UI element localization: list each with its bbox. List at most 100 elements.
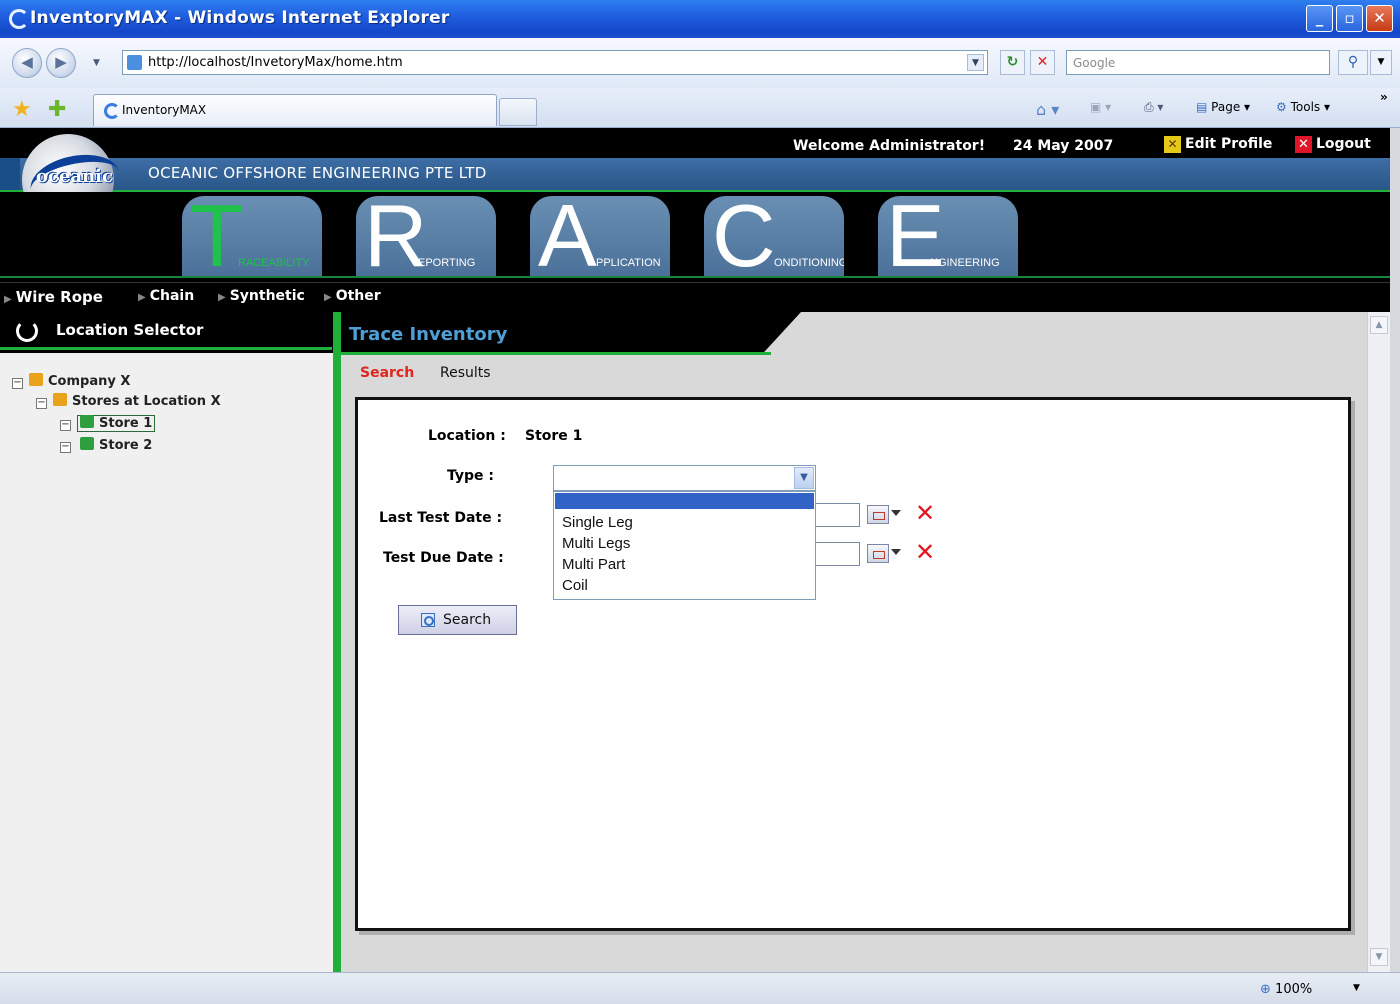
gear-icon: ⚙	[1276, 100, 1287, 114]
tree-node-stores-location-x[interactable]: − Stores at Location X	[36, 393, 221, 409]
dropdown-arrow-icon	[891, 510, 901, 516]
page-icon	[127, 55, 142, 70]
category-wire-rope[interactable]: ▶ Wire Rope	[4, 288, 103, 306]
zoom-dropdown-icon[interactable]: ▼	[1353, 983, 1360, 993]
category-other[interactable]: ▶ Other	[324, 288, 381, 304]
minimize-button[interactable]: _	[1306, 5, 1333, 32]
search-options-dropdown-icon[interactable]: ▼	[1370, 50, 1392, 75]
feeds-icon[interactable]: ▣ ▾	[1090, 100, 1111, 114]
history-dropdown-icon[interactable]: ▼	[93, 58, 100, 68]
category-label: Synthetic	[229, 288, 305, 304]
ie-logo-icon	[9, 9, 29, 29]
category-label: Other	[335, 288, 381, 304]
favorites-star-icon[interactable]: ★	[12, 97, 32, 122]
address-dropdown-icon[interactable]: ▼	[967, 54, 984, 71]
type-option-multi-part[interactable]: Multi Part	[562, 556, 625, 573]
tab-rest: EPORTING	[418, 257, 476, 269]
type-option-multi-legs[interactable]: Multi Legs	[562, 535, 630, 552]
tab-bar: ★ ✚ InventoryMAX ⌂ ▾ ▣ ▾ ⎙ ▾ ▤ Page ▾ ⚙ …	[0, 88, 1400, 128]
stop-button[interactable]: ✕	[1030, 50, 1055, 75]
tab-letter: A	[538, 196, 597, 276]
search-placeholder: Google	[1073, 56, 1116, 70]
scroll-down-icon[interactable]: ▼	[1370, 948, 1388, 966]
collapse-icon[interactable]: −	[12, 378, 23, 389]
welcome-text: Welcome Administrator!	[793, 138, 986, 154]
play-arrow-icon: ▶	[218, 292, 226, 303]
print-icon[interactable]: ⎙ ▾	[1144, 100, 1163, 115]
play-arrow-icon: ▶	[4, 294, 12, 305]
company-bar: OCEANIC OFFSHORE ENGINEERING PTE LTD	[0, 158, 1390, 190]
category-label: Chain	[149, 288, 195, 304]
forward-button[interactable]: ▶	[46, 48, 76, 78]
clear-last-test-date-icon[interactable]: ✕	[914, 501, 936, 525]
tab-reporting[interactable]: R EPORTING	[356, 196, 496, 276]
test-due-date-input[interactable]	[813, 542, 860, 566]
calendar-icon	[867, 505, 889, 524]
collapse-icon[interactable]: −	[60, 442, 71, 453]
zoom-level[interactable]: ⊕ 100%	[1260, 982, 1312, 997]
type-dropdown-list[interactable]: Single Leg Multi Legs Multi Part Coil	[553, 491, 816, 600]
type-option-single-leg[interactable]: Single Leg	[562, 514, 633, 531]
back-button[interactable]: ◀	[12, 48, 42, 78]
page-menu-icon: ▤	[1196, 100, 1208, 114]
tab-engineering[interactable]: E NGINEERING	[878, 196, 1018, 276]
calendar-icon	[867, 544, 889, 563]
trace-tabs: T RACEABILITY R EPORTING A PPLICATION C …	[0, 192, 1390, 278]
tab-rest: PPLICATION	[596, 257, 661, 269]
subtab-search[interactable]: Search	[360, 365, 414, 381]
chevron-down-icon[interactable]: ▼	[794, 467, 814, 489]
vertical-scrollbar[interactable]: ▲ ▼	[1367, 312, 1390, 972]
tab-rest: NGINEERING	[930, 257, 1000, 269]
last-test-date-input[interactable]	[813, 503, 860, 527]
trace-inventory-title: Trace Inventory	[349, 324, 508, 345]
page-menu[interactable]: ▤ Page ▾	[1196, 100, 1250, 114]
tree-node-store-1[interactable]: − Store 1	[60, 415, 156, 432]
category-synthetic[interactable]: ▶ Synthetic	[218, 288, 305, 304]
refresh-button[interactable]: ↻	[1000, 50, 1025, 75]
tools-menu[interactable]: ⚙ Tools ▾	[1276, 100, 1330, 114]
new-tab-button[interactable]	[499, 98, 537, 126]
tab-label: InventoryMAX	[122, 103, 207, 117]
category-chain[interactable]: ▶ Chain	[138, 288, 194, 304]
chevron-more-icon[interactable]: »	[1380, 90, 1388, 104]
header-underline	[341, 352, 771, 355]
tab-application[interactable]: A PPLICATION	[530, 196, 670, 276]
clear-test-due-date-icon[interactable]: ✕	[914, 540, 936, 564]
subtab-results[interactable]: Results	[440, 365, 491, 381]
address-toolbar: ◀ ▶ ▼ http://localhost/InvetoryMax/home.…	[0, 38, 1400, 88]
test-due-date-calendar[interactable]	[867, 543, 907, 565]
close-button[interactable]: ✕	[1366, 5, 1393, 32]
collapse-icon[interactable]: −	[36, 398, 47, 409]
collapse-icon[interactable]: −	[60, 420, 71, 431]
type-option-blank[interactable]	[555, 493, 814, 509]
tree-node-store-2[interactable]: − Store 2	[60, 437, 152, 453]
tab-rest: ONDITIONING	[774, 257, 844, 269]
test-due-date-label: Test Due Date :	[383, 550, 504, 566]
tab-conditioning[interactable]: C ONDITIONING	[704, 196, 844, 276]
logo-text: oceanic	[36, 166, 113, 187]
refresh-icon[interactable]	[16, 320, 38, 342]
tab-traceability[interactable]: T RACEABILITY	[182, 196, 322, 276]
dropdown-arrow-icon	[891, 549, 901, 555]
logout-link[interactable]: ✕ Logout	[1295, 136, 1371, 153]
url-text: http://localhost/InvetoryMax/home.htm	[148, 55, 403, 70]
type-select[interactable]: ▼	[553, 465, 816, 491]
search-button[interactable]: Search	[398, 605, 517, 635]
tree-node-company-x[interactable]: − Company X	[12, 373, 130, 389]
edit-profile-link[interactable]: ✕ Edit Profile	[1164, 136, 1272, 153]
last-test-date-calendar[interactable]	[867, 504, 907, 526]
type-label: Type :	[447, 468, 495, 484]
tab-inventorymax[interactable]: InventoryMAX	[93, 94, 497, 126]
maximize-button[interactable]: ▫	[1336, 5, 1363, 32]
play-arrow-icon: ▶	[138, 292, 146, 303]
date-text: 24 May 2007	[1013, 138, 1114, 154]
scroll-up-icon[interactable]: ▲	[1370, 316, 1388, 334]
type-option-coil[interactable]: Coil	[562, 577, 588, 594]
search-icon[interactable]: ⚲	[1338, 50, 1368, 75]
trace-inventory-header: Trace Inventory	[341, 312, 801, 352]
address-field[interactable]: http://localhost/InvetoryMax/home.htm ▼	[122, 50, 988, 75]
add-favorites-icon[interactable]: ✚	[48, 97, 66, 122]
search-input[interactable]: Google	[1066, 50, 1330, 75]
home-icon[interactable]: ⌂ ▾	[1036, 100, 1059, 119]
logout-icon: ✕	[1295, 136, 1312, 153]
